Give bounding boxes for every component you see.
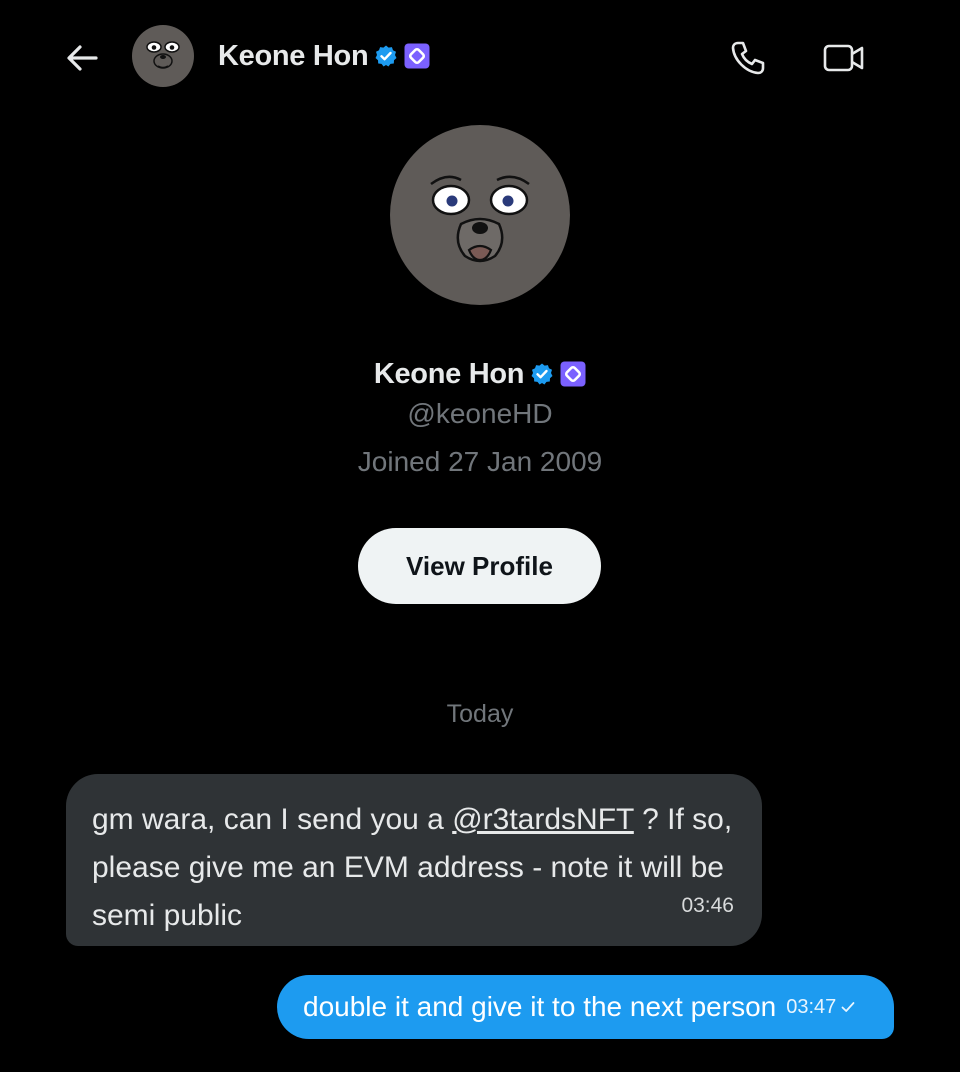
affiliate-badge-icon (560, 361, 586, 387)
profile-name: Keone Hon (373, 357, 525, 390)
message-text: gm wara, can I send you a (92, 803, 453, 836)
incoming-message-bubble[interactable]: gm wara, can I send you a @r3tardsNFT ? … (66, 774, 762, 946)
message-timestamp: 03:46 (681, 894, 734, 917)
profile-joined-date: Joined 27 Jan 2009 (357, 446, 603, 477)
verified-badge-icon (375, 45, 397, 67)
affiliate-badge-icon (404, 43, 430, 69)
profile-avatar[interactable] (389, 124, 571, 306)
header-title[interactable]: Keone Hon (218, 36, 430, 76)
header-avatar[interactable] (131, 24, 195, 88)
message-timestamp: 03:47 (786, 995, 837, 1018)
mention-link[interactable]: @r3tardsNFT (452, 803, 634, 836)
view-profile-button[interactable]: View Profile (358, 528, 601, 604)
message-text: double it and give it to the next person (303, 991, 777, 1022)
profile-name-row: Keone Hon (0, 352, 960, 396)
outgoing-message-bubble[interactable]: double it and give it to the next person… (277, 975, 894, 1039)
video-camera-icon (823, 44, 864, 72)
call-button[interactable] (722, 32, 774, 84)
sent-check-icon (840, 999, 856, 1015)
header-name: Keone Hon (218, 39, 369, 72)
verified-badge-icon (531, 363, 553, 385)
profile-handle: @keoneHD (407, 398, 553, 429)
back-button[interactable] (58, 34, 106, 82)
phone-icon (731, 41, 765, 75)
video-call-button[interactable] (818, 32, 870, 84)
arrow-left-icon (67, 45, 98, 71)
date-divider: Today (446, 700, 514, 728)
